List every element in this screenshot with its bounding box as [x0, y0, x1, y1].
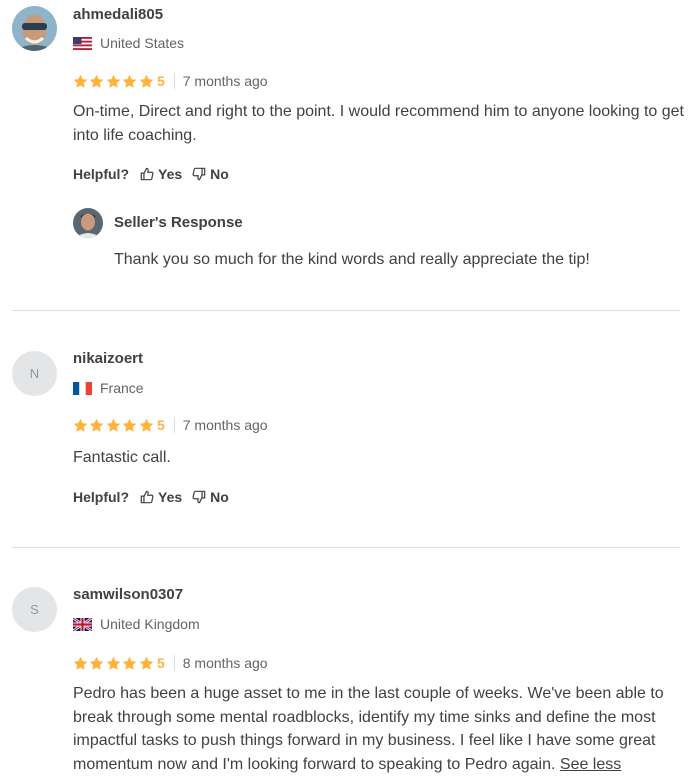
reviewer-username[interactable]: samwilson0307	[73, 586, 183, 603]
star-icon	[122, 656, 137, 670]
rating-row: 5 7 months ago	[73, 72, 268, 90]
thumbs-up-icon	[140, 490, 154, 504]
star-icon	[90, 656, 104, 670]
country-name: United Kingdom	[100, 616, 200, 632]
helpful-no-button[interactable]: No	[192, 489, 229, 505]
us-flag-icon	[73, 36, 92, 50]
uk-flag-icon	[73, 617, 92, 631]
star-icon	[139, 656, 153, 670]
user-avatar[interactable]	[12, 6, 57, 51]
star-icon	[73, 418, 88, 432]
star-rating	[73, 418, 155, 433]
star-icon	[106, 74, 121, 88]
star-icon	[106, 656, 121, 670]
star-rating	[73, 74, 155, 89]
reviewer-username[interactable]: ahmedali805	[73, 6, 163, 23]
see-less-link[interactable]: See less	[560, 756, 621, 773]
helpful-no-button[interactable]: No	[192, 166, 229, 182]
review-time: 8 months ago	[182, 655, 268, 671]
avatar-letter: S	[30, 602, 39, 617]
helpful-yes-button[interactable]: Yes	[140, 489, 182, 505]
thumbs-down-icon	[192, 490, 206, 504]
star-icon	[139, 74, 153, 88]
review-time: 7 months ago	[182, 417, 268, 433]
review-text: On-time, Direct and right to the point. …	[73, 103, 684, 144]
fr-flag-icon	[73, 381, 92, 395]
avatar-letter: N	[29, 366, 40, 381]
yes-label: Yes	[158, 489, 183, 505]
rating-value: 5	[156, 655, 165, 671]
star-rating	[73, 656, 155, 671]
review-text: Pedro has been a huge asset to me in the…	[73, 682, 685, 776]
no-label: No	[210, 166, 229, 182]
helpful-row: Helpful? Yes No	[73, 488, 239, 506]
seller-photo-icon	[73, 208, 103, 238]
star-icon	[122, 418, 137, 432]
rating-row: 5 8 months ago	[73, 654, 268, 672]
reviewer-country: United States	[73, 35, 184, 51]
no-label: No	[210, 489, 229, 505]
rating-divider	[173, 73, 175, 89]
star-icon	[90, 74, 104, 88]
star-icon	[73, 656, 88, 670]
rating-divider	[173, 655, 175, 671]
helpful-row: Helpful? Yes No	[73, 165, 239, 183]
helpful-yes-button[interactable]: Yes	[140, 166, 182, 182]
country-name: France	[100, 380, 144, 396]
user-avatar[interactable]: N	[12, 351, 57, 396]
reviewer-country: United Kingdom	[73, 616, 200, 632]
thumbs-up-icon	[140, 167, 154, 181]
seller-response-text: Thank you so much for the kind words and…	[114, 251, 590, 268]
thumbs-down-icon	[192, 167, 206, 181]
reviewer-country: France	[73, 380, 144, 396]
rating-row: 5 7 months ago	[73, 416, 268, 434]
star-icon	[90, 418, 104, 432]
rating-value: 5	[156, 417, 165, 433]
star-icon	[106, 418, 121, 432]
country-name: United States	[100, 35, 185, 51]
helpful-label: Helpful?	[73, 489, 129, 505]
star-icon	[139, 418, 153, 432]
star-icon	[73, 74, 88, 88]
user-avatar[interactable]: S	[12, 587, 57, 632]
review-divider	[12, 310, 680, 311]
seller-avatar	[73, 208, 103, 238]
helpful-label: Helpful?	[73, 166, 129, 182]
reviewer-username[interactable]: nikaizoert	[73, 350, 143, 367]
yes-label: Yes	[158, 166, 183, 182]
rating-value: 5	[156, 73, 165, 89]
seller-response-title: Seller's Response	[114, 214, 243, 231]
review-divider	[12, 547, 680, 548]
rating-divider	[173, 417, 175, 433]
user-photo-icon	[12, 6, 57, 51]
star-icon	[122, 74, 137, 88]
review-text: Fantastic call.	[73, 449, 171, 466]
review-time: 7 months ago	[182, 73, 268, 89]
